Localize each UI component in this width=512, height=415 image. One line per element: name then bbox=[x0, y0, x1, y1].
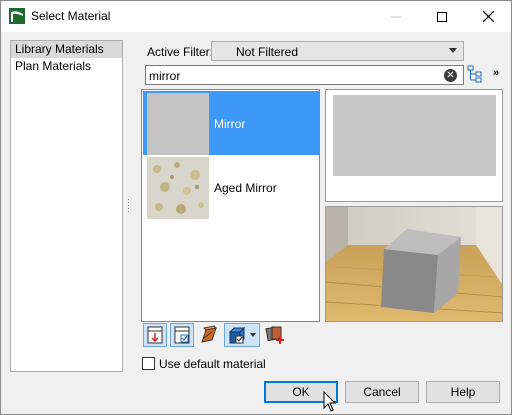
material-label: Aged Mirror bbox=[214, 181, 277, 195]
material-swatch-preview bbox=[325, 89, 503, 202]
chevron-down-icon bbox=[449, 48, 457, 53]
cube-checked-icon bbox=[228, 326, 256, 345]
active-filter-label: Active Filter: bbox=[147, 45, 214, 59]
title-bar: Select Material bbox=[1, 1, 511, 32]
cube-preview-image bbox=[326, 207, 502, 321]
more-options-icon[interactable]: » bbox=[493, 67, 499, 79]
use-default-material-checkbox[interactable] bbox=[142, 357, 155, 370]
search-input[interactable]: mirror ✕ bbox=[145, 65, 464, 85]
window-title: Select Material bbox=[31, 9, 111, 23]
add-material-icon bbox=[265, 326, 284, 344]
help-button[interactable]: Help bbox=[426, 381, 500, 403]
aged-mirror-thumbnail bbox=[147, 157, 209, 219]
close-icon bbox=[482, 11, 494, 22]
swatch-color bbox=[333, 95, 496, 176]
minimize-button[interactable] bbox=[373, 1, 419, 32]
material-3d-preview bbox=[325, 206, 503, 322]
material-source-list: Library Materials Plan Materials bbox=[10, 40, 123, 372]
close-button[interactable] bbox=[465, 1, 511, 32]
list-item-library-materials[interactable]: Library Materials bbox=[11, 41, 122, 58]
mirror-thumbnail bbox=[147, 93, 209, 155]
active-filter-dropdown[interactable]: Not Filtered bbox=[211, 41, 464, 61]
tree-view-icon[interactable] bbox=[467, 65, 483, 83]
apply-to-object-dropdown[interactable] bbox=[224, 323, 260, 347]
mouse-cursor-icon bbox=[323, 391, 337, 412]
material-list: Mirror Aged Mirror bbox=[141, 89, 320, 322]
splitter-handle[interactable] bbox=[128, 199, 130, 215]
active-filter-value: Not Filtered bbox=[236, 45, 299, 59]
checked-list-icon bbox=[174, 326, 190, 344]
paint-material-icon bbox=[201, 325, 218, 343]
maximize-button[interactable] bbox=[419, 1, 465, 32]
sort-list-icon bbox=[147, 326, 163, 344]
app-logo-icon bbox=[9, 8, 25, 24]
add-material-button[interactable] bbox=[263, 323, 287, 347]
list-item-plan-materials[interactable]: Plan Materials bbox=[11, 58, 122, 75]
select-material-dialog: Select Material Library Materials Plan M… bbox=[0, 0, 512, 415]
use-default-material-label: Use default material bbox=[159, 357, 266, 371]
material-item-mirror[interactable]: Mirror bbox=[143, 91, 319, 155]
clear-search-icon[interactable]: ✕ bbox=[444, 69, 457, 82]
minimize-icon bbox=[391, 16, 401, 17]
material-painter-button[interactable] bbox=[197, 323, 221, 347]
material-label: Mirror bbox=[214, 117, 246, 131]
cancel-button[interactable]: Cancel bbox=[345, 381, 419, 403]
search-value: mirror bbox=[149, 69, 181, 83]
material-item-aged-mirror[interactable]: Aged Mirror bbox=[143, 155, 319, 219]
filter-list-button[interactable] bbox=[170, 323, 194, 347]
sort-materials-button[interactable] bbox=[143, 323, 167, 347]
maximize-icon bbox=[437, 11, 447, 22]
